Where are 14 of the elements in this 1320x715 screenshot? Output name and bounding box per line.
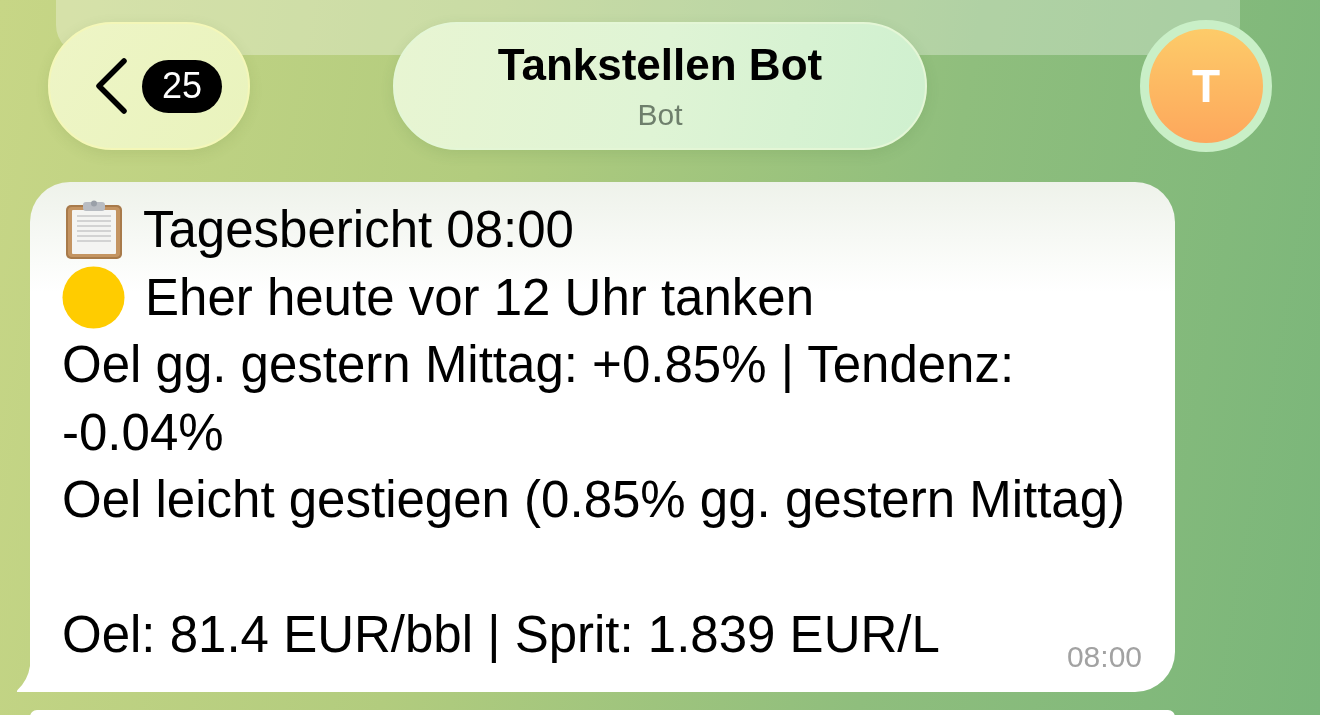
unread-count-badge: 25	[142, 59, 222, 113]
chevron-left-icon	[94, 58, 128, 114]
message-line: Eher heute vor 12 Uhr tanken	[145, 267, 815, 328]
bubble-tail	[16, 665, 30, 692]
message-line: Oel leicht gestiegen (0.85% gg. gestern Mittag)	[62, 470, 1126, 530]
message-line: Tagesbericht 08:00	[143, 200, 574, 260]
chat-header-panel[interactable]: Tankstellen Bot Bot	[393, 22, 927, 150]
chat-subtitle: Bot	[637, 97, 683, 133]
clipboard-icon	[65, 199, 123, 260]
back-button[interactable]: 25	[48, 22, 250, 150]
message-line: Oel gg. gestern Mittag: +0.85% | Tendenz: -0.04%	[62, 335, 1016, 463]
message-line: Oel: 81.4 EUR/bbl | Sprit: 1.839 EUR/L	[62, 605, 940, 665]
message-time: 08:00	[1066, 638, 1142, 675]
chat-title: Tankstellen Bot	[497, 39, 823, 91]
